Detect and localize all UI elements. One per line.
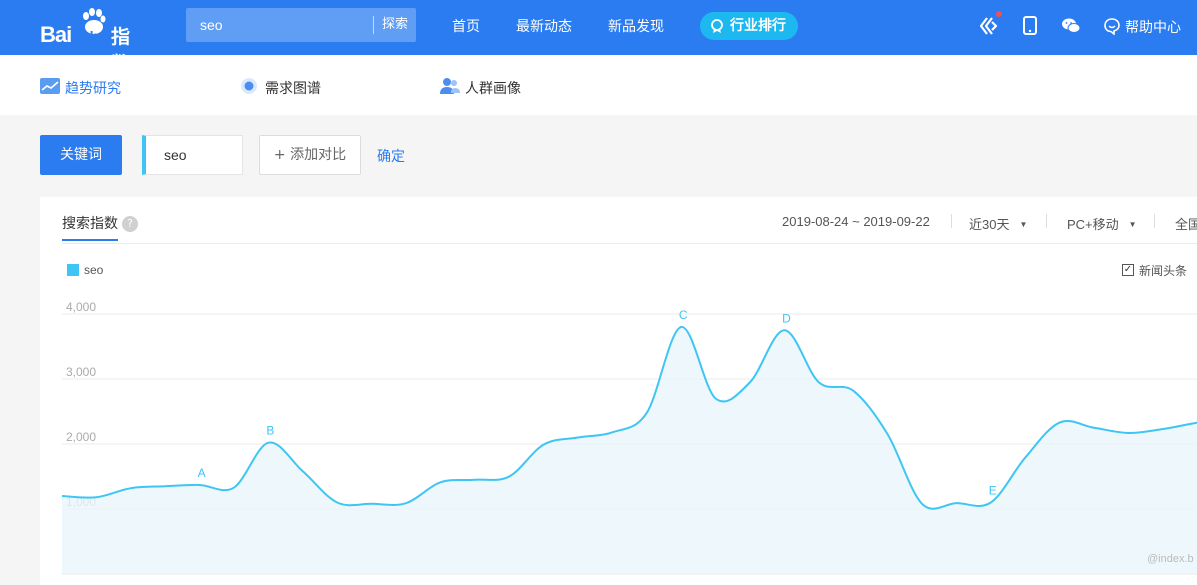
- y-tick-label: 3,000: [66, 365, 96, 379]
- search-index-chart[interactable]: 1,0002,0003,0004,000ABCDE: [40, 197, 1197, 585]
- keyword-input[interactable]: seo: [142, 135, 243, 175]
- nav-new-products[interactable]: 新品发现: [608, 16, 664, 36]
- confirm-link[interactable]: 确定: [377, 146, 405, 166]
- notification-dot: [996, 11, 1002, 17]
- industry-rank-button[interactable]: 行业排行: [700, 12, 798, 40]
- help-center-label: 帮助中心: [1125, 20, 1181, 36]
- tablet-icon[interactable]: [1020, 16, 1040, 36]
- diamond-icon[interactable]: [980, 16, 1000, 36]
- logo-du: du: [85, 28, 103, 44]
- y-tick-label: 4,000: [66, 300, 96, 314]
- top-header: Bai du 指数 seo 探索 首页 最新动态 新品发现 行业排行: [0, 0, 1197, 75]
- demand-graph-icon: [241, 78, 257, 94]
- sub-navigation: 趋势研究 需求图谱 人群画像: [0, 55, 1197, 115]
- logo-brand: Bai: [40, 22, 72, 47]
- industry-rank-label: 行业排行: [730, 18, 786, 34]
- subnav-trend-label: 趋势研究: [65, 81, 121, 97]
- search-divider: [373, 16, 374, 34]
- annotation-c: C: [679, 308, 688, 322]
- rank-icon: [711, 19, 723, 33]
- trend-icon: [40, 78, 60, 94]
- keyword-type-button[interactable]: 关键词: [40, 135, 122, 175]
- annotation-d: D: [782, 311, 791, 325]
- series-area-seo: [62, 326, 1197, 574]
- annotation-e: E: [989, 484, 997, 498]
- search-box: seo 探索: [186, 8, 416, 42]
- people-icon: [440, 78, 460, 94]
- help-icon: [1104, 18, 1120, 35]
- subnav-demand-label: 需求图谱: [265, 81, 321, 97]
- nav-home[interactable]: 首页: [452, 16, 480, 36]
- watermark: @index.b: [1147, 553, 1194, 565]
- annotation-b: B: [266, 424, 274, 438]
- keyword-value: seo: [164, 147, 187, 163]
- wechat-icon[interactable]: [1061, 16, 1081, 36]
- annotation-a: A: [198, 466, 206, 480]
- y-tick-label: 2,000: [66, 430, 96, 444]
- search-index-panel: 搜索指数? 2019-08-24 ~ 2019-09-22 近30天 ▼ PC+移…: [40, 197, 1197, 585]
- explore-button[interactable]: 探索: [382, 8, 408, 42]
- baidu-index-logo[interactable]: Bai du 指数: [38, 8, 148, 75]
- search-input[interactable]: seo: [200, 8, 223, 42]
- subnav-people-label: 人群画像: [465, 81, 521, 97]
- nav-latest-news[interactable]: 最新动态: [516, 16, 572, 36]
- add-compare-button[interactable]: + 添加对比: [259, 135, 361, 175]
